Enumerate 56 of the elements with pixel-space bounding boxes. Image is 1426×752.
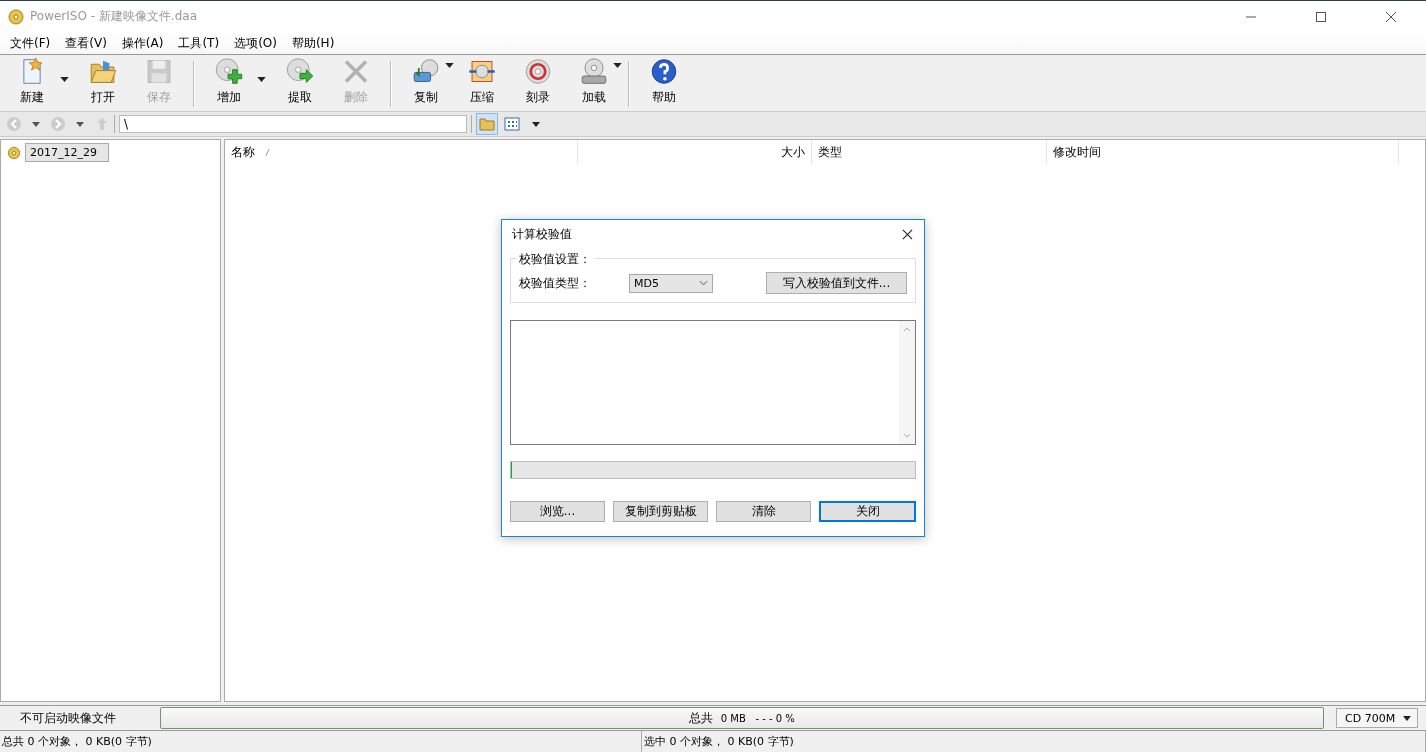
dropdown-arrow-icon bbox=[1403, 715, 1411, 721]
dropdown-arrow-icon[interactable] bbox=[76, 121, 84, 127]
toolbar-button[interactable]: 提取 bbox=[272, 57, 328, 111]
capacity-text: 总共 0 MB - - - 0 % bbox=[689, 709, 795, 727]
dropdown-arrow-icon[interactable] bbox=[257, 76, 266, 82]
dialog-button[interactable]: 浏览... bbox=[510, 501, 605, 522]
column-header[interactable]: 大小 bbox=[578, 140, 812, 164]
status-text: 总共 0 个对象， 0 KB(0 字节) bbox=[0, 731, 642, 752]
dialog-button[interactable]: 复制到剪贴板 bbox=[613, 501, 708, 522]
save-icon bbox=[144, 57, 174, 86]
address-field[interactable]: \ bbox=[119, 115, 467, 133]
toolbar-button[interactable]: 打开 bbox=[75, 57, 131, 111]
dropdown-arrow-icon[interactable] bbox=[445, 63, 454, 68]
group-label: 校验值设置： bbox=[516, 251, 594, 268]
toolbar-button[interactable]: 帮助 bbox=[636, 57, 692, 111]
menu-item[interactable]: 帮助(H) bbox=[285, 34, 341, 52]
media-dropdown[interactable]: CD 700M bbox=[1336, 708, 1418, 728]
dropdown-arrow-icon[interactable] bbox=[60, 76, 69, 82]
help-icon bbox=[649, 57, 679, 86]
view-grid-icon[interactable] bbox=[502, 114, 522, 134]
type-dropdown[interactable]: MD5 bbox=[629, 273, 713, 293]
dialog-button[interactable]: 关闭 bbox=[819, 501, 916, 522]
dropdown-arrow-icon[interactable] bbox=[532, 121, 540, 127]
status-text: 选中 0 个对象， 0 KB(0 字节) bbox=[642, 731, 1426, 752]
boot-status: 不可启动映像文件 bbox=[19, 709, 117, 727]
menu-item[interactable]: 查看(V) bbox=[59, 34, 113, 52]
toolbar-button[interactable]: 压缩 bbox=[454, 57, 510, 111]
column-header[interactable]: 修改时间 bbox=[1047, 140, 1399, 164]
disc-icon bbox=[7, 145, 21, 160]
tree-item[interactable]: 2017_12_29 bbox=[25, 143, 109, 162]
menu-item[interactable]: 工具(T) bbox=[172, 34, 226, 52]
toolbar-button[interactable]: 刻录 bbox=[510, 57, 566, 111]
disc-icon bbox=[8, 8, 24, 25]
menu-item[interactable]: 文件(F) bbox=[4, 34, 57, 52]
add-icon bbox=[214, 57, 244, 86]
write-file-button[interactable]: 写入校验值到文件... bbox=[766, 272, 907, 294]
extract-icon bbox=[285, 57, 315, 86]
dropdown-arrow-icon[interactable] bbox=[32, 121, 40, 127]
toolbar-button[interactable]: 复制 bbox=[398, 57, 454, 111]
close-icon[interactable] bbox=[902, 228, 913, 240]
result-textarea[interactable] bbox=[510, 320, 916, 445]
chevron-down-icon bbox=[699, 280, 708, 286]
type-label: 校验值类型： bbox=[519, 274, 592, 292]
burn-icon bbox=[523, 57, 553, 86]
dialog-title: 计算校验值 bbox=[512, 225, 572, 243]
toolbar-button[interactable]: 增加 bbox=[201, 57, 257, 111]
mount-icon bbox=[579, 57, 609, 86]
column-header[interactable]: 类型 bbox=[812, 140, 1047, 164]
toolbar-button[interactable]: 加载 bbox=[566, 57, 622, 111]
dropdown-arrow-icon[interactable] bbox=[613, 63, 622, 68]
menu-item[interactable]: 选项(O) bbox=[228, 34, 283, 52]
window-title: PowerISO - 新建映像文件.daa bbox=[30, 8, 197, 25]
dialog-button[interactable]: 清除 bbox=[716, 501, 811, 522]
toolbar-button[interactable]: 新建 bbox=[4, 57, 60, 111]
menu-item[interactable]: 操作(A) bbox=[115, 34, 170, 52]
column-header[interactable]: 名称 bbox=[225, 140, 578, 164]
